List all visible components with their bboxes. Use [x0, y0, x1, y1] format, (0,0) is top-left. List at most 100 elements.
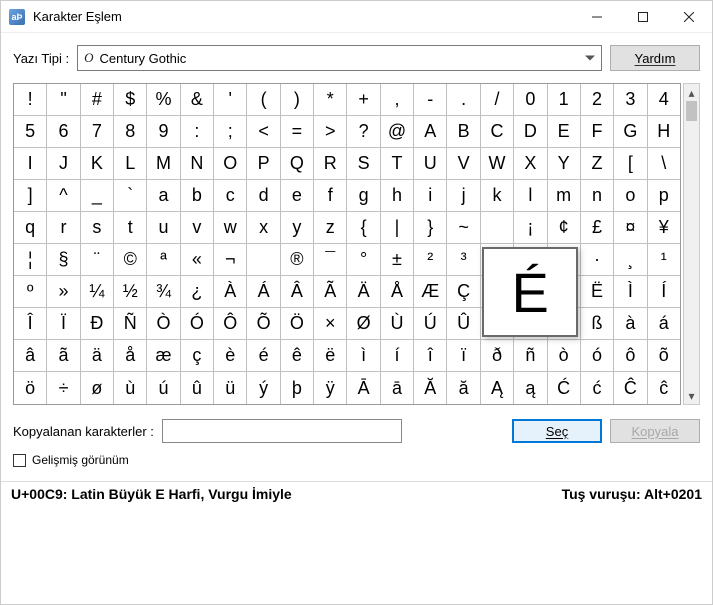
character-cell[interactable]: 3: [614, 84, 647, 116]
character-cell[interactable]: .: [447, 84, 480, 116]
character-cell[interactable]: ¦: [14, 244, 47, 276]
scroll-thumb[interactable]: [686, 101, 697, 121]
character-cell[interactable]: §: [47, 244, 80, 276]
character-cell[interactable]: /: [481, 84, 514, 116]
character-cell[interactable]: À: [214, 276, 247, 308]
character-cell[interactable]: Ú: [414, 308, 447, 340]
character-cell[interactable]: W: [481, 148, 514, 180]
character-cell[interactable]: -: [414, 84, 447, 116]
character-cell[interactable]: ±: [381, 244, 414, 276]
character-cell[interactable]: <: [247, 116, 280, 148]
character-cell[interactable]: Á: [247, 276, 280, 308]
character-cell[interactable]: ): [281, 84, 314, 116]
character-cell[interactable]: Û: [447, 308, 480, 340]
character-cell[interactable]: f: [314, 180, 347, 212]
character-cell[interactable]: ×: [314, 308, 347, 340]
character-cell[interactable]: r: [47, 212, 80, 244]
character-cell[interactable]: 5: [14, 116, 47, 148]
character-cell[interactable]: Ô: [214, 308, 247, 340]
help-button[interactable]: Yardım: [610, 45, 700, 71]
character-cell[interactable]: ¸: [614, 244, 647, 276]
maximize-button[interactable]: [620, 1, 666, 33]
character-cell[interactable]: h: [381, 180, 414, 212]
character-cell[interactable]: ·: [581, 244, 614, 276]
character-cell[interactable]: ü: [214, 372, 247, 404]
character-cell[interactable]: Ă: [414, 372, 447, 404]
character-cell[interactable]: 0: [514, 84, 547, 116]
character-cell[interactable]: ÷: [47, 372, 80, 404]
character-cell[interactable]: ó: [581, 340, 614, 372]
character-cell[interactable]: ä: [81, 340, 114, 372]
character-cell[interactable]: #: [81, 84, 114, 116]
character-cell[interactable]: =: [281, 116, 314, 148]
character-cell[interactable]: B: [447, 116, 480, 148]
character-cell[interactable]: a: [147, 180, 180, 212]
character-cell[interactable]: :: [181, 116, 214, 148]
character-cell[interactable]: î: [414, 340, 447, 372]
character-cell[interactable]: !: [14, 84, 47, 116]
character-cell[interactable]: ³: [447, 244, 480, 276]
character-cell[interactable]: C: [481, 116, 514, 148]
character-cell[interactable]: ¾: [147, 276, 180, 308]
character-cell[interactable]: t: [114, 212, 147, 244]
character-cell[interactable]: G: [614, 116, 647, 148]
character-cell[interactable]: ô: [614, 340, 647, 372]
character-cell[interactable]: y: [281, 212, 314, 244]
character-cell[interactable]: Ø: [347, 308, 380, 340]
grid-scrollbar[interactable]: ▴ ▾: [683, 83, 700, 405]
character-cell[interactable]: n: [581, 180, 614, 212]
character-cell[interactable]: u: [147, 212, 180, 244]
character-cell[interactable]: ÿ: [314, 372, 347, 404]
character-cell[interactable]: Â: [281, 276, 314, 308]
character-cell[interactable]: Ö: [281, 308, 314, 340]
character-cell[interactable]: ć: [581, 372, 614, 404]
character-cell[interactable]: ¡: [514, 212, 547, 244]
character-cell[interactable]: d: [247, 180, 280, 212]
character-cell[interactable]: 4: [648, 84, 680, 116]
character-cell[interactable]: Ò: [147, 308, 180, 340]
character-cell[interactable]: é: [247, 340, 280, 372]
character-cell[interactable]: Z: [581, 148, 614, 180]
character-cell[interactable]: V: [447, 148, 480, 180]
character-cell[interactable]: Ą: [481, 372, 514, 404]
character-cell[interactable]: ­: [247, 244, 280, 276]
character-cell[interactable]: à: [614, 308, 647, 340]
character-cell[interactable]: 6: [47, 116, 80, 148]
character-cell[interactable]: q: [14, 212, 47, 244]
character-cell[interactable]: J: [47, 148, 80, 180]
character-cell[interactable]: Q: [281, 148, 314, 180]
character-cell[interactable]: T: [381, 148, 414, 180]
character-cell[interactable]: [: [614, 148, 647, 180]
character-cell[interactable]: M: [147, 148, 180, 180]
character-cell[interactable]: g: [347, 180, 380, 212]
character-cell[interactable]: j: [447, 180, 480, 212]
character-cell[interactable]: S: [347, 148, 380, 180]
character-cell[interactable]: +: [347, 84, 380, 116]
character-cell[interactable]: ª: [147, 244, 180, 276]
character-cell[interactable]: ^: [47, 180, 80, 212]
character-cell[interactable]: }: [414, 212, 447, 244]
copy-button[interactable]: Kopyala: [610, 419, 700, 443]
character-cell[interactable]: ²: [414, 244, 447, 276]
character-cell[interactable]: 8: [114, 116, 147, 148]
character-cell[interactable]: Ñ: [114, 308, 147, 340]
character-cell[interactable]: ù: [114, 372, 147, 404]
character-cell[interactable]: F: [581, 116, 614, 148]
character-cell[interactable]: ": [47, 84, 80, 116]
character-cell[interactable]: °: [347, 244, 380, 276]
minimize-button[interactable]: [574, 1, 620, 33]
character-cell[interactable]: ¢: [548, 212, 581, 244]
character-cell[interactable]: E: [548, 116, 581, 148]
character-cell[interactable]: è: [214, 340, 247, 372]
character-cell[interactable]: p: [648, 180, 680, 212]
character-cell[interactable]: m: [548, 180, 581, 212]
character-cell[interactable]: ê: [281, 340, 314, 372]
character-cell[interactable]: o: [614, 180, 647, 212]
character-cell[interactable]: Ì: [614, 276, 647, 308]
character-cell[interactable]: e: [281, 180, 314, 212]
character-cell[interactable]: l: [514, 180, 547, 212]
character-cell[interactable]: b: [181, 180, 214, 212]
character-cell[interactable]: ¿: [181, 276, 214, 308]
character-cell[interactable]: ë: [314, 340, 347, 372]
character-cell[interactable]: X: [514, 148, 547, 180]
